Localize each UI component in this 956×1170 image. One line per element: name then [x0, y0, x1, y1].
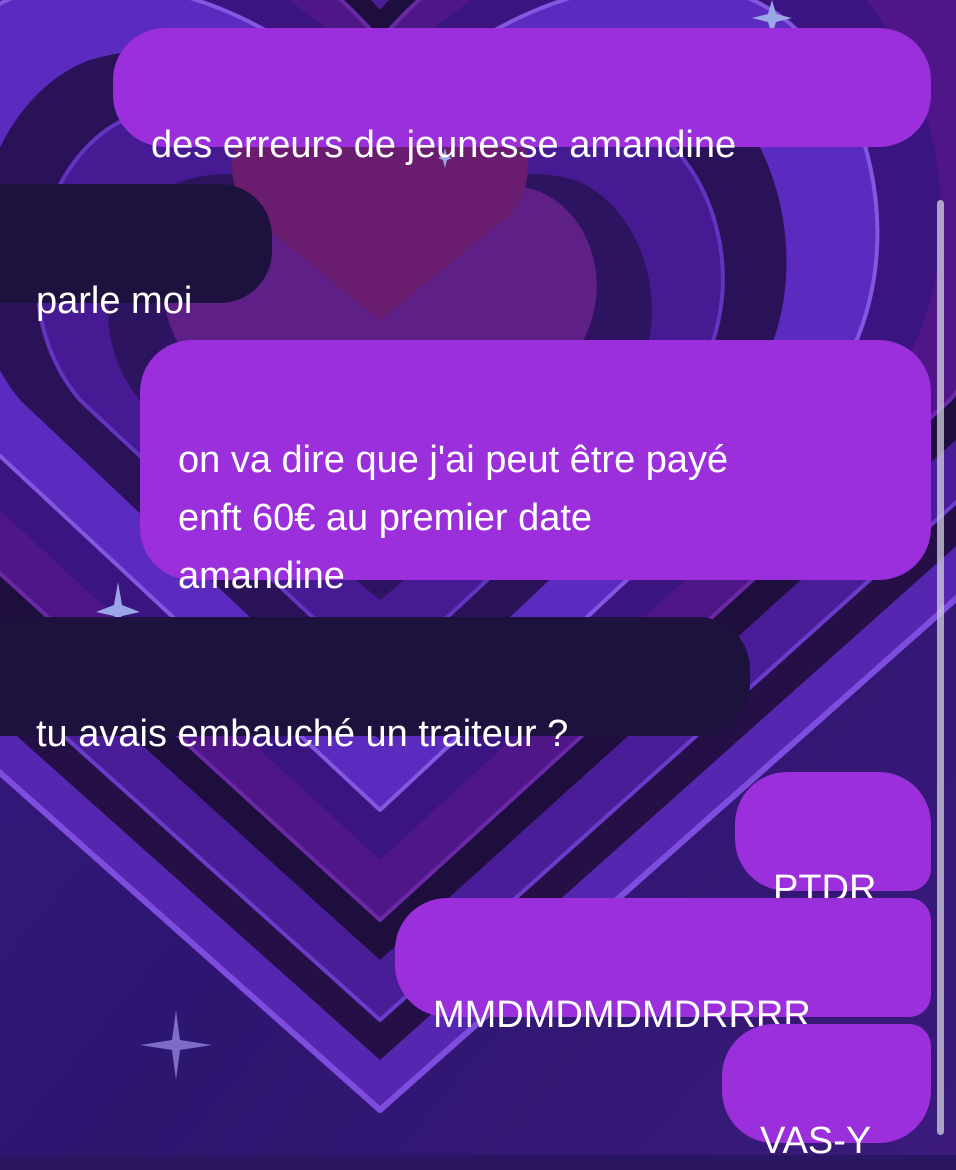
message-text: VAS-Y — [760, 1120, 872, 1162]
message-bubble-sent[interactable]: des erreurs de jeunesse amandine — [113, 28, 931, 166]
message-bubble-received[interactable]: tu avais embauché un traiteur ? — [0, 617, 750, 755]
message-text: parle moi — [36, 280, 193, 322]
message-bubble-sent[interactable]: VAS-Y — [722, 1024, 931, 1162]
message-bubble-sent[interactable]: PTDR — [735, 772, 931, 910]
message-text: des erreurs de jeunesse amandine — [151, 124, 737, 166]
scrollbar[interactable] — [937, 200, 944, 1135]
message-text: on va dire que j'ai peut être payé enft … — [178, 439, 729, 597]
message-bubble-received[interactable]: parle moi — [0, 184, 272, 322]
message-text: tu avais embauché un traiteur ? — [36, 713, 569, 755]
message-bubble-sent[interactable]: MMDMDMDMDRRRR — [395, 898, 931, 1036]
message-bubble-sent[interactable]: on va dire que j'ai peut être payé enft … — [140, 340, 931, 597]
